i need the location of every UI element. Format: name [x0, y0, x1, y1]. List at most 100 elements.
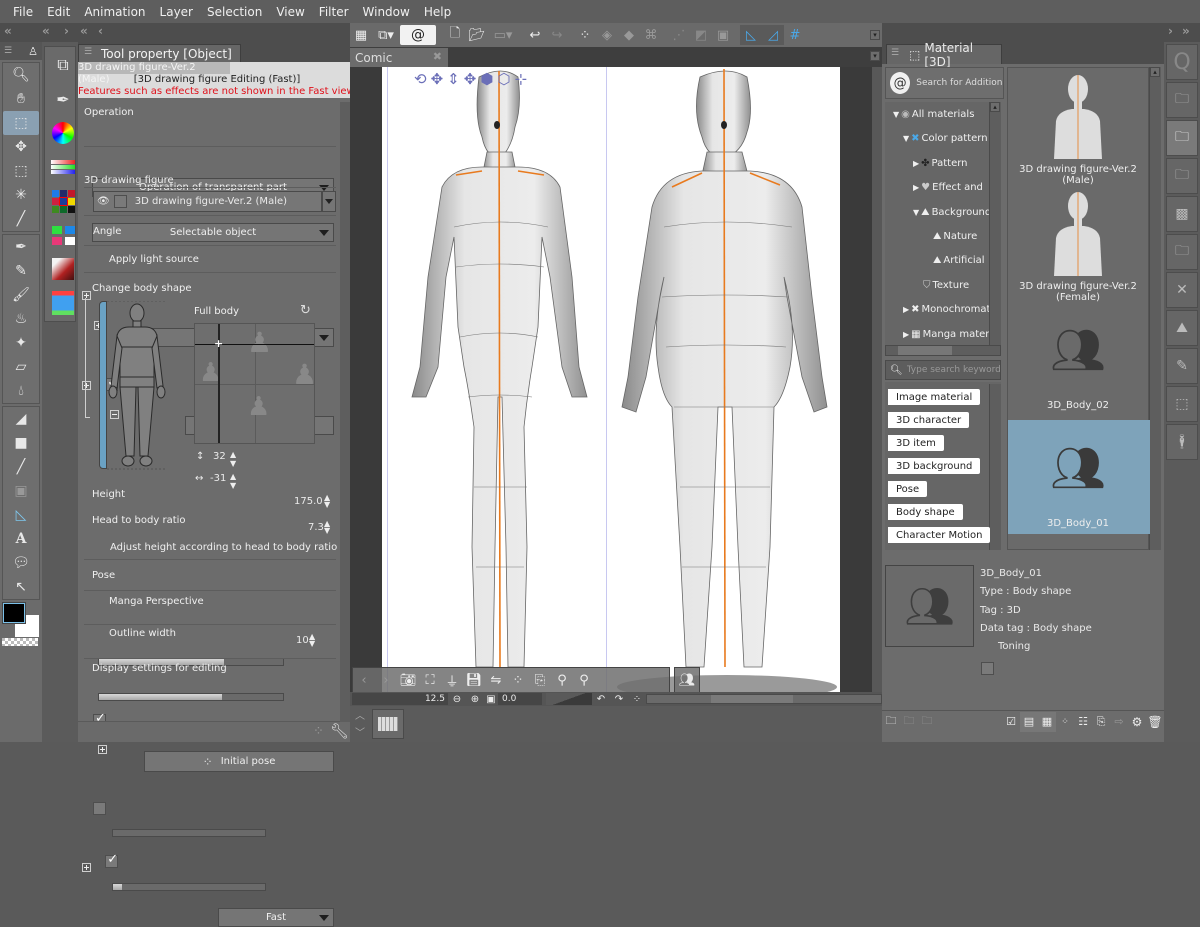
large-thumb-icon[interactable]: ▦ — [1038, 711, 1056, 732]
folder-effect-icon[interactable]: ✕ — [1166, 272, 1198, 308]
folder-3d-icon[interactable]: 🗀 — [1166, 120, 1198, 156]
move-plane-icon[interactable]: ⊹ — [515, 70, 528, 88]
expand-right-icon[interactable]: › — [1168, 24, 1173, 38]
menu-layer[interactable]: Layer — [153, 5, 200, 19]
transform-icon[interactable]: ⌘ — [640, 25, 662, 45]
tool-property-tab[interactable]: ☰ Tool property [Object] — [78, 44, 241, 62]
body-parts-figure[interactable] — [107, 301, 167, 471]
menu-icon[interactable]: ☰ — [891, 48, 899, 58]
rotate-slider[interactable] — [546, 693, 592, 705]
gradient-tool-icon[interactable]: ■ — [3, 431, 39, 455]
register-pose-icon[interactable]: 💾︎ — [463, 670, 485, 690]
height-value[interactable]: 175.0 — [294, 496, 323, 507]
folder-image-icon[interactable]: ⛰ — [1166, 310, 1198, 346]
canvas-page[interactable]: ⟲ ✥ ⇕ ✥ ⬢ ⬡ ⊹ — [382, 67, 840, 692]
camera-pan-icon[interactable]: ✥ — [431, 70, 444, 88]
camera-angle-icon[interactable]: 📷︎ — [397, 670, 419, 690]
eye-icon[interactable]: 👁︎ — [97, 196, 110, 207]
menu-file[interactable]: File — [6, 5, 40, 19]
initial-pose-button[interactable]: ⁘ Initial pose — [144, 751, 334, 772]
open-file-icon[interactable]: 📂︎ — [466, 25, 488, 45]
scroll-up-icon[interactable]: ▴ — [1150, 67, 1160, 77]
color-slider-icon[interactable] — [48, 151, 78, 183]
collapsed-arrow-icon[interactable]: ▶ — [913, 159, 919, 168]
eyedropper-tool-icon[interactable]: ╱ — [3, 207, 39, 231]
horizontal-scroll-thumb[interactable] — [711, 695, 793, 703]
menu-view[interactable]: View — [269, 5, 311, 19]
tool-property-scrollbar[interactable] — [340, 102, 350, 722]
expand-subtool-icon[interactable]: › — [64, 24, 69, 38]
collapsed-arrow-icon[interactable]: ▶ — [903, 305, 909, 314]
eraser-tool-icon[interactable]: ▱ — [3, 355, 39, 379]
ratio-spinner[interactable]: ▲ ▼ — [324, 520, 330, 535]
prev-icon[interactable]: ‹ — [98, 24, 103, 38]
folder-all-icon[interactable]: 🗀 — [1166, 82, 1198, 118]
tree-vertical-scrollbar[interactable]: ▴ — [989, 102, 1001, 345]
tree-item[interactable]: ▶ ♥ Effect and — [913, 182, 983, 193]
collapse-left-icon[interactable]: « — [4, 24, 12, 38]
ratio-slider[interactable] — [98, 693, 284, 701]
animation-cels-icon[interactable] — [48, 287, 78, 319]
tree-item[interactable]: ▶ ✖ Monochromat — [903, 304, 990, 315]
tree-item[interactable]: ▼ ⛰ Background — [913, 207, 991, 218]
horizontal-spinner[interactable]: ▲ ▼ — [230, 472, 236, 490]
tree-item[interactable]: ⛉ Texture — [913, 280, 969, 291]
outline-width-checkbox[interactable] — [105, 852, 119, 868]
material-list-scrollbar[interactable]: ▴ — [1149, 67, 1161, 550]
material-item[interactable]: 3D drawing figure-Ver.2 (Female) — [1008, 185, 1150, 303]
color-set-icon[interactable] — [48, 185, 78, 217]
approximate-color-icon[interactable] — [48, 253, 78, 285]
material-tab[interactable]: ☰ ⬚ Material [3D] — [886, 41, 1002, 69]
outline-width-value[interactable]: 10 — [296, 635, 309, 646]
collapse-down-icon[interactable]: ﹀ — [355, 724, 365, 739]
command-bar-menu[interactable]: ▾ — [870, 30, 880, 40]
expand-figure-icon[interactable] — [82, 291, 91, 300]
clip-studio-assets-icon[interactable]: @ — [400, 25, 436, 45]
joint-lock-icon[interactable]: ⚲ — [551, 670, 573, 690]
deselect-icon[interactable]: ⋰ — [668, 25, 690, 45]
fit-to-screen-icon[interactable]: ⛶ — [419, 670, 441, 690]
tree-item[interactable]: ▶ ▦ Manga materi — [903, 329, 992, 340]
rotate-object-y-icon[interactable]: ⬡ — [497, 70, 510, 88]
joint-unlock-icon[interactable]: ⚲ — [573, 670, 595, 690]
vertical-value[interactable]: 32 — [213, 451, 226, 462]
body-shape-pad[interactable]: ♟ ♟ ♟ ♟ + — [194, 323, 315, 444]
pad-handle[interactable]: + — [214, 337, 223, 350]
material-item[interactable]: 👥︎ 3D_Body_01 — [1008, 420, 1150, 534]
pencil-tool-icon[interactable]: ✎ — [3, 259, 39, 283]
tree-item[interactable]: ▼ ✖ Color pattern — [903, 133, 988, 144]
tag-3d-character[interactable]: 3D character — [888, 412, 970, 428]
brush-tool-icon[interactable]: 🖌︎ — [3, 283, 39, 307]
collapsed-arrow-icon[interactable]: ▶ — [913, 183, 919, 192]
move-object-icon[interactable]: ✥ — [464, 70, 477, 88]
menu-filter[interactable]: Filter — [312, 5, 356, 19]
tree-horizontal-thumb[interactable] — [898, 346, 952, 355]
sub-tool-detail-icon[interactable]: ✒ — [48, 83, 78, 115]
expanded-arrow-icon[interactable]: ▼ — [913, 208, 919, 217]
clip-studio-icon[interactable]: ⧉▾ — [372, 25, 400, 45]
transparent-color-swatch[interactable] — [2, 638, 38, 646]
figure-dropdown-button[interactable] — [322, 191, 336, 212]
menu-icon[interactable]: ☰ — [4, 46, 12, 56]
show-selection-icon[interactable]: ▣ — [712, 25, 734, 45]
new-file-icon[interactable]: 🗋 — [444, 25, 466, 45]
fill-tool-icon[interactable]: ◢ — [3, 407, 39, 431]
material-item[interactable]: 👥︎ 3D_Body_02 — [1008, 302, 1150, 416]
loading-icon[interactable]: ⁘ — [574, 25, 596, 45]
horizontal-value[interactable]: -31 — [210, 473, 226, 484]
tag-body-shape[interactable]: Body shape — [888, 504, 963, 520]
tree-item[interactable]: ▶ ✤ Pattern — [913, 158, 968, 169]
hand-tool-icon[interactable]: ✋︎ — [3, 87, 39, 111]
scroll-up-icon[interactable]: ▴ — [990, 102, 1000, 112]
snap-grid-icon[interactable]: # — [784, 25, 806, 45]
flip-pose-icon[interactable]: ⇋ — [485, 670, 507, 690]
decoration-tool-icon[interactable]: ✦ — [3, 331, 39, 355]
canvas-vertical-scrollbar[interactable] — [872, 67, 882, 692]
ground-icon[interactable]: ⏚ — [441, 670, 463, 690]
tag-3d-item[interactable]: 3D item — [888, 435, 944, 451]
intermediate-color-icon[interactable] — [48, 219, 78, 251]
folder-tone-icon[interactable]: ▩ — [1166, 196, 1198, 232]
expand-light-icon[interactable] — [82, 380, 91, 390]
ruler-tool-icon[interactable]: ◺ — [3, 503, 39, 527]
collapse-right-icon[interactable]: » — [1182, 24, 1190, 38]
